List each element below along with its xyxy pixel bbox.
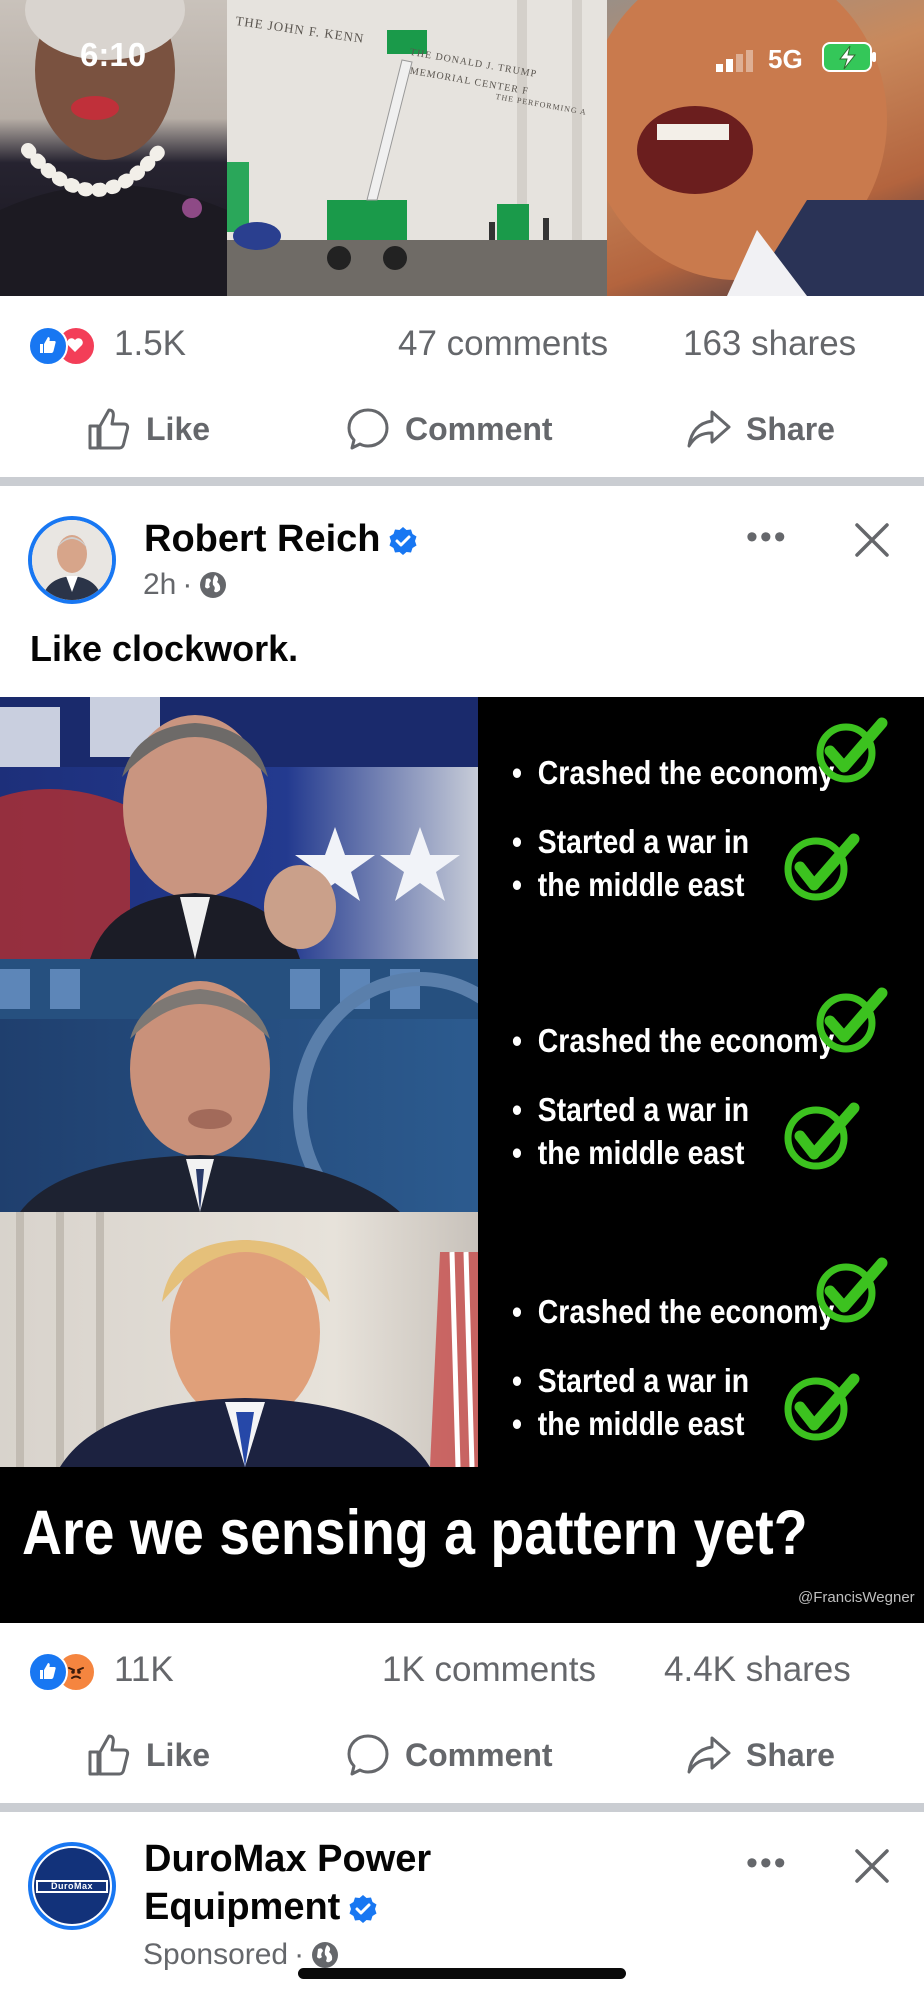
verified-badge-icon xyxy=(389,526,417,555)
sponsor-name-line1[interactable]: DuroMax Power xyxy=(144,1838,431,1881)
share-arrow-icon xyxy=(687,1736,731,1774)
post-meta[interactable]: 2h · xyxy=(143,568,228,602)
thumbs-up-icon xyxy=(88,1734,130,1776)
share-arrow-icon xyxy=(687,410,731,448)
reaction-count[interactable]: 1.5K xyxy=(114,324,186,364)
share-label: Share xyxy=(746,1736,835,1773)
close-icon[interactable] xyxy=(854,522,890,563)
battery-charging-icon xyxy=(822,42,878,77)
like-reaction-icon xyxy=(28,1652,68,1692)
check-mark-icon xyxy=(784,1373,860,1441)
comment-label: Comment xyxy=(405,1736,553,1773)
sponsor-avatar[interactable]: DuroMax xyxy=(28,1842,116,1930)
meme-bullet-text: Crashed the economy xyxy=(512,1290,856,1333)
check-mark-icon xyxy=(816,717,888,783)
more-options-icon[interactable]: ••• xyxy=(746,518,788,557)
meta-separator: · xyxy=(294,1938,305,1971)
home-indicator[interactable] xyxy=(298,1968,626,1979)
like-label: Like xyxy=(146,1736,211,1773)
sponsor-name-line2: Equipment xyxy=(144,1886,341,1928)
reaction-icons[interactable] xyxy=(28,1652,108,1692)
meta-separator: · xyxy=(182,568,193,601)
status-time: 6:10 xyxy=(80,36,147,73)
comment-bubble-icon xyxy=(347,1734,389,1776)
comment-button[interactable]: Comment xyxy=(345,406,553,452)
close-icon[interactable] xyxy=(854,1848,890,1889)
reaction-count[interactable]: 11K xyxy=(114,1650,174,1690)
previous-post-image[interactable]: THE JOHN F. KENN THE DONALD J. TRUMP MEM… xyxy=(0,0,924,296)
photo-trump xyxy=(0,1212,478,1467)
sponsored-label: Sponsored xyxy=(143,1938,289,1971)
post-text: Like clockwork. xyxy=(30,628,299,669)
photo-bush-junior xyxy=(0,959,478,1212)
meme-credit: @FrancisWegner xyxy=(798,1589,915,1606)
check-mark-icon xyxy=(816,987,888,1053)
sponsor-name[interactable]: Equipment xyxy=(144,1886,378,1929)
like-reaction-icon xyxy=(28,326,68,366)
shares-count[interactable]: 163 shares xyxy=(683,324,856,364)
check-mark-icon xyxy=(784,833,860,901)
network-label: 5G xyxy=(768,44,803,74)
comments-count[interactable]: 47 comments xyxy=(398,324,608,364)
meme-bullet-text: Crashed the economy xyxy=(512,1019,856,1062)
comment-label: Comment xyxy=(405,410,553,447)
comments-count[interactable]: 1K comments xyxy=(382,1650,596,1690)
reaction-icons[interactable] xyxy=(28,326,108,366)
share-label: Share xyxy=(746,410,835,447)
author-avatar[interactable] xyxy=(28,516,116,604)
post-time: 2h xyxy=(143,568,177,601)
share-button[interactable]: Share xyxy=(686,406,835,452)
more-options-icon[interactable]: ••• xyxy=(746,1844,788,1883)
check-mark-icon xyxy=(816,1257,888,1323)
shares-count[interactable]: 4.4K shares xyxy=(664,1650,851,1690)
photo-kennedy-center: THE JOHN F. KENN THE DONALD J. TRUMP MEM… xyxy=(227,0,607,296)
post-image[interactable]: Crashed the economy Started a war in the… xyxy=(0,697,924,1623)
verified-badge-icon xyxy=(349,1894,377,1923)
sponsored-meta[interactable]: Sponsored · xyxy=(143,1938,340,1972)
author-name[interactable]: Robert Reich xyxy=(144,518,418,561)
like-label: Like xyxy=(146,410,211,447)
signal-icon xyxy=(716,50,756,77)
like-button[interactable]: Like xyxy=(86,1732,210,1778)
meme-caption: Are we sensing a pattern yet? xyxy=(22,1498,808,1568)
author-name-text: Robert Reich xyxy=(144,518,381,560)
comment-bubble-icon xyxy=(347,408,389,450)
photo-bush-senior xyxy=(0,697,478,959)
post-divider xyxy=(0,477,924,486)
globe-icon xyxy=(312,1942,339,1968)
sponsor-logo-text: DuroMax xyxy=(50,1881,93,1891)
share-button[interactable]: Share xyxy=(686,1732,835,1778)
like-button[interactable]: Like xyxy=(86,406,210,452)
comment-button[interactable]: Comment xyxy=(345,1732,553,1778)
meme-bullet-text: Crashed the economy xyxy=(512,751,856,794)
post-divider xyxy=(0,1803,924,1812)
globe-icon xyxy=(200,572,227,598)
check-mark-icon xyxy=(784,1102,860,1170)
thumbs-up-icon xyxy=(88,408,130,450)
